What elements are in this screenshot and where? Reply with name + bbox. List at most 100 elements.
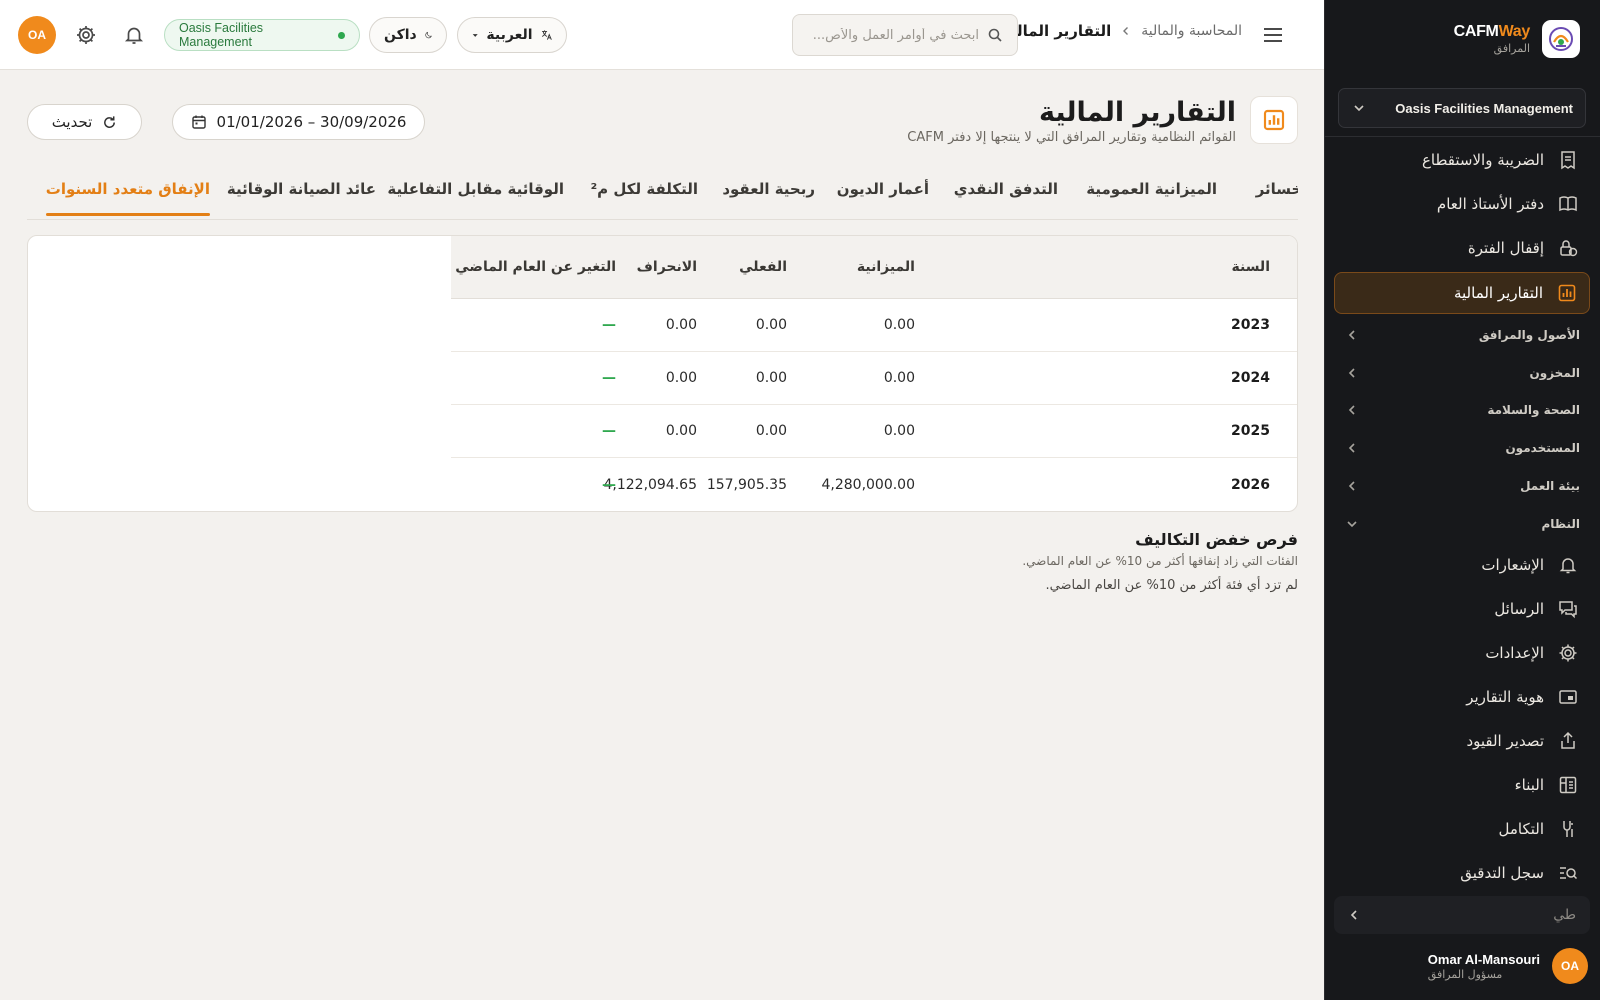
sidebar-item-general-ledger[interactable]: دفتر الأستاذ العام bbox=[1324, 182, 1600, 226]
sidebar-group-assets[interactable]: الأصول والمرافق bbox=[1324, 316, 1600, 354]
sidebar-group-system[interactable]: النظام bbox=[1324, 505, 1600, 543]
cell-yoy-change: — bbox=[602, 370, 616, 386]
multi-year-spend-table: السنة الميزانية الفعلي الانحراف التغير ع… bbox=[27, 235, 1298, 512]
avatar[interactable]: OA bbox=[18, 16, 56, 54]
cell-budget: 0.00 bbox=[883, 370, 915, 386]
cell-year: 2025 bbox=[1231, 423, 1270, 439]
sidebar-collapse-button[interactable]: طي bbox=[1334, 896, 1590, 934]
tab-cash-flow[interactable]: التدفق النقدي bbox=[954, 180, 1058, 219]
sidebar-item-label: هوية التقارير bbox=[1466, 687, 1544, 706]
sidebar-item-label: البناء bbox=[1514, 775, 1544, 794]
tab-debt-aging[interactable]: أعمار الديون bbox=[837, 180, 929, 219]
cell-variance: 0.00 bbox=[665, 423, 697, 439]
language-selector[interactable]: العربية bbox=[457, 17, 567, 53]
sidebar-item-financial-reports[interactable]: التقارير المالية bbox=[1334, 272, 1590, 314]
breadcrumb-current: التقارير المالية bbox=[1001, 22, 1112, 40]
sidebar-group-label: الأصول والمرافق bbox=[1478, 327, 1580, 342]
cell-variance: 0.00 bbox=[665, 317, 697, 333]
column-header-budget[interactable]: الميزانية bbox=[857, 236, 915, 298]
search-input[interactable] bbox=[809, 27, 979, 43]
tab-cost-per-sqm[interactable]: التكلفة لكل م² bbox=[591, 180, 698, 219]
column-header-variance[interactable]: الانحراف bbox=[637, 236, 697, 298]
sidebar-item-label: الإعدادات bbox=[1485, 643, 1544, 662]
page-subtitle: القوائم النظامية وتقارير المرافق التي لا… bbox=[907, 130, 1236, 145]
sidebar-group-workspace[interactable]: بيئة العمل bbox=[1324, 467, 1600, 505]
audit-search-icon bbox=[1560, 867, 1578, 879]
org-selector[interactable]: Oasis Facilities Management bbox=[1338, 88, 1586, 128]
collapse-label: طي bbox=[1553, 907, 1576, 923]
date-range-value: 01/01/2026 – 30/09/2026 bbox=[216, 113, 407, 131]
brand-name: CAFMWay bbox=[1453, 23, 1531, 40]
sidebar-item-label: التقارير المالية bbox=[1453, 284, 1543, 302]
bell-icon[interactable] bbox=[123, 24, 145, 46]
cell-year: 2023 bbox=[1231, 317, 1270, 333]
tab-multi-year-spend[interactable]: الإنفاق متعدد السنوات bbox=[45, 180, 211, 219]
tab-balance-sheet[interactable]: الميزانية العمومية bbox=[1086, 180, 1217, 219]
tab-contract-profitability[interactable]: ربحية العقود bbox=[722, 180, 815, 219]
cell-yoy-change: — bbox=[602, 476, 616, 493]
sidebar-item-integration[interactable]: التكامل bbox=[1324, 807, 1600, 851]
calendar-icon bbox=[191, 115, 206, 129]
sidebar-item-period-close[interactable]: إقفال الفترة bbox=[1324, 226, 1600, 270]
export-icon bbox=[1561, 731, 1575, 749]
sidebar-group-label: المستخدمون bbox=[1505, 441, 1580, 456]
tab-preventive-vs-reactive[interactable]: الوقائية مقابل التفاعلية bbox=[387, 180, 564, 219]
column-header-actual[interactable]: الفعلي bbox=[739, 236, 787, 298]
sidebar-item-label: إقفال الفترة bbox=[1467, 239, 1544, 257]
messages-icon bbox=[1559, 601, 1577, 619]
org-badge[interactable]: Oasis Facilities Management bbox=[164, 19, 360, 51]
tab-profit-loss[interactable]: لخسائر bbox=[1256, 180, 1298, 219]
chevron-left-icon bbox=[1350, 910, 1357, 920]
cell-yoy-change: — bbox=[602, 317, 616, 333]
table-row: 2023 0.00 0.00 0.00 — bbox=[451, 299, 1297, 352]
sidebar-item-report-branding[interactable]: هوية التقارير bbox=[1324, 675, 1600, 719]
sidebar-item-messages[interactable]: الرسائل bbox=[1324, 587, 1600, 631]
section-title: فرص خفض التكاليف bbox=[1135, 530, 1298, 549]
page-title: التقارير المالية bbox=[1038, 97, 1236, 128]
bell-icon bbox=[1559, 558, 1577, 574]
sidebar-item-settings[interactable]: الإعدادات bbox=[1324, 631, 1600, 675]
gear-icon bbox=[1559, 644, 1577, 662]
tab-pm-roi[interactable]: عائد الصيانة الوقائية bbox=[227, 180, 376, 219]
chevron-down-icon bbox=[1347, 521, 1357, 528]
sidebar-item-audit-log[interactable]: سجل التدقيق bbox=[1324, 851, 1600, 895]
chevron-left-icon bbox=[1348, 481, 1355, 491]
sidebar-item-build[interactable]: البناء bbox=[1324, 763, 1600, 807]
menu-icon[interactable] bbox=[1262, 24, 1284, 46]
user-name: Omar Al-Mansouri bbox=[1427, 951, 1540, 967]
refresh-button[interactable]: تحديث bbox=[27, 104, 142, 140]
chevron-left-icon bbox=[1348, 330, 1355, 340]
section-subtitle: الفئات التي زاد إنفاقها أكثر من 10% عن ا… bbox=[1022, 554, 1298, 568]
user-profile[interactable]: OA Omar Al-Mansouri مسؤول المرافق bbox=[1428, 948, 1588, 984]
org-selector-label: Oasis Facilities Management bbox=[1395, 100, 1573, 116]
sidebar-item-tax[interactable]: الضريبة والاستقطاع bbox=[1324, 138, 1600, 182]
sidebar-item-notifications[interactable]: الإشعارات bbox=[1324, 543, 1600, 587]
sidebar-group-users[interactable]: المستخدمون bbox=[1324, 429, 1600, 467]
search-box[interactable] bbox=[792, 14, 1018, 56]
empty-state-message: لم تزد أي فئة أكثر من 10% عن العام الماض… bbox=[1045, 578, 1299, 593]
table-header: السنة الميزانية الفعلي الانحراف التغير ع… bbox=[451, 236, 1297, 299]
brand[interactable]: CAFMWay المرافق bbox=[1325, 0, 1600, 78]
refresh-icon bbox=[104, 115, 116, 128]
page-header: التقارير المالية القوائم النظامية وتقاري… bbox=[907, 96, 1298, 145]
cell-yoy-change: — bbox=[602, 423, 616, 439]
cell-budget: 0.00 bbox=[883, 423, 915, 439]
breadcrumb-parent[interactable]: المحاسبة والمالية bbox=[1141, 23, 1242, 39]
column-header-year[interactable]: السنة bbox=[1231, 236, 1270, 298]
lock-clock-icon bbox=[1560, 240, 1578, 257]
sidebar-group-hse[interactable]: الصحة والسلامة bbox=[1324, 392, 1600, 430]
caret-down-icon bbox=[472, 33, 478, 37]
building-icon bbox=[1559, 776, 1577, 794]
theme-toggle[interactable]: داكن bbox=[369, 17, 447, 53]
column-header-yoy-change[interactable]: التغير عن العام الماضي bbox=[455, 236, 616, 298]
sidebar-group-label: المخزون bbox=[1529, 365, 1580, 380]
translate-icon bbox=[541, 30, 552, 40]
chart-icon bbox=[1558, 284, 1576, 302]
date-range-picker[interactable]: 01/01/2026 – 30/09/2026 bbox=[172, 104, 425, 140]
avatar: OA bbox=[1552, 948, 1588, 984]
sidebar-item-journal-export[interactable]: تصدير القيود bbox=[1324, 719, 1600, 763]
chevron-left-icon bbox=[1123, 27, 1129, 35]
sidebar-group-label: النظام bbox=[1541, 516, 1580, 531]
gear-icon[interactable] bbox=[75, 24, 97, 46]
sidebar-group-inventory[interactable]: المخزون bbox=[1324, 354, 1600, 392]
